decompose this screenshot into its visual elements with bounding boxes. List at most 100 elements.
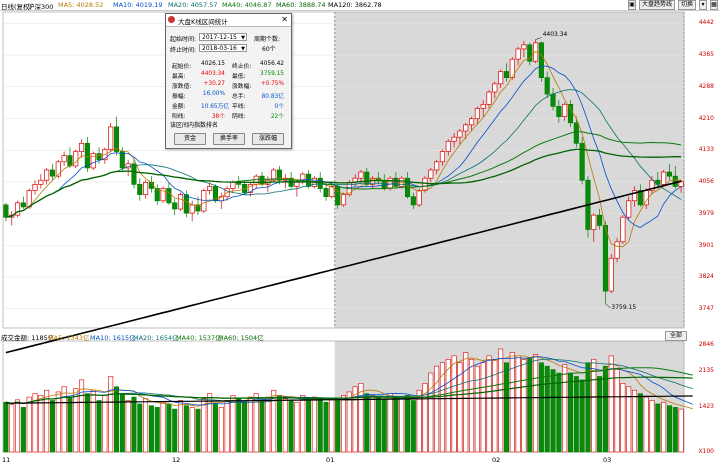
volume-bar-down [96,400,102,453]
stat-value: 10.65万亿 [201,104,230,110]
volume-bar-up [90,389,96,453]
candle-up [474,108,480,120]
volume-bar-up [55,391,61,453]
stat-label: 起始价: [172,64,192,70]
end-date-picker[interactable]: 2018-03-16 ▼ [199,44,247,52]
candle-down [573,122,579,144]
volume-bar-up [294,401,300,453]
stat-value: +0.75% [260,81,284,87]
volume-bar-up [224,400,230,453]
volume-bar-down [375,396,381,453]
volume-bar-up [434,365,440,453]
volume-bar-up [125,400,131,453]
volume-bar-down [323,401,329,453]
end-time-label: 终止时间: [170,47,197,54]
volume-bar-down [335,400,341,453]
volume-tick-label: X100 [698,448,714,455]
volume-bar-up [649,400,655,453]
app-logo-icon [168,16,175,23]
candle-up [661,171,667,185]
candle-down [410,196,416,206]
price-tick-label: 4442 [698,19,714,27]
volume-bar-down [288,400,294,453]
stat-value: +30.27 [203,81,225,87]
volume-bar-up [143,398,149,453]
candle-up [44,169,50,181]
candle-up [434,161,440,171]
change-pct-button[interactable]: 涨跌幅 [252,133,284,145]
dialog-titlebar[interactable]: 大盘K线区间统计 ✕ [166,14,291,27]
volume-bar-up [591,358,597,453]
volume-bar-up [661,401,667,453]
volume-bar-up [428,372,434,453]
candle-up [498,71,504,85]
candle-down [172,202,178,210]
volume-bar-up [160,401,166,453]
volume-bar-up [73,388,79,453]
volume-bar-up [620,383,626,453]
candle-down [67,155,73,167]
volume-bar-down [364,393,370,453]
volume-bar-up [486,355,492,453]
volume-bar-down [544,365,550,453]
candle-up [38,179,44,185]
candle-up [463,124,469,132]
candle-up [189,204,195,214]
vol-ma20: MA20: 1654亿 [133,334,179,342]
candle-down [335,186,341,206]
volume-bar-down [154,407,160,453]
candle-up [294,181,300,187]
dialog-title: 大盘K线区间统计 [178,18,228,26]
show-all-button[interactable]: 全部 [665,331,687,341]
volume-tick-label: 2135 [698,367,714,374]
volume-bar-down [317,398,323,453]
volume-bar-up [399,398,405,453]
volume-bar-down [49,400,55,453]
volume-bar-down [503,362,509,453]
candle-down [666,171,673,177]
stat-label: 涨跌值: [172,84,192,90]
candle-down [96,153,102,161]
candle-up [492,83,498,93]
candle-up [591,214,597,230]
price-tick-label: 4133 [698,146,714,154]
x-label-feb: 02 [492,456,501,464]
volume-bar-up [265,396,271,453]
volume-bar-up [509,352,515,453]
turnover-button[interactable]: 换手率 [213,133,245,145]
stat-label: 最高: [172,74,186,80]
volume-bar-down [137,403,143,453]
candle-up [207,186,213,191]
volume-bar-down [306,400,312,453]
volume-bar-down [410,400,416,453]
volume-bar-up [480,362,486,453]
candle-up [428,169,434,179]
volume-bar-down [276,395,282,453]
start-date-picker[interactable]: 2017-12-15 ▼ [199,33,247,41]
candle-up [457,130,463,138]
price-tick-label: 4365 [698,51,714,59]
volume-tick-label: 1423 [698,403,714,410]
volume-bar-up [26,396,32,453]
candle-down [183,194,189,214]
volume-header: 成交金额: 1185亿 MA5: 1343亿 MA10: 1615亿 MA20:… [0,331,720,342]
volume-bar-down [393,396,399,453]
candle-up [79,142,85,152]
volume-bar-down [381,398,387,453]
volume-bar-down [655,403,661,453]
kline-chart[interactable] [0,0,720,464]
volume-bar-up [632,389,638,453]
volume-bar-up [201,398,207,453]
candle-down [602,225,608,292]
stat-value: 16.00% [202,91,225,97]
stat-value: 80.83亿 [261,94,284,100]
volume-bar-up [329,398,335,453]
candle-down [672,175,678,187]
high-price-label: 4403.34 [542,31,568,39]
volume-bar-down [20,407,26,453]
capital-button[interactable]: 资金 [174,133,206,145]
candle-up [73,151,79,167]
period-count-label: 周期个数: [254,36,281,43]
volume-bar-down [166,403,172,453]
close-icon[interactable]: ✕ [281,15,288,24]
